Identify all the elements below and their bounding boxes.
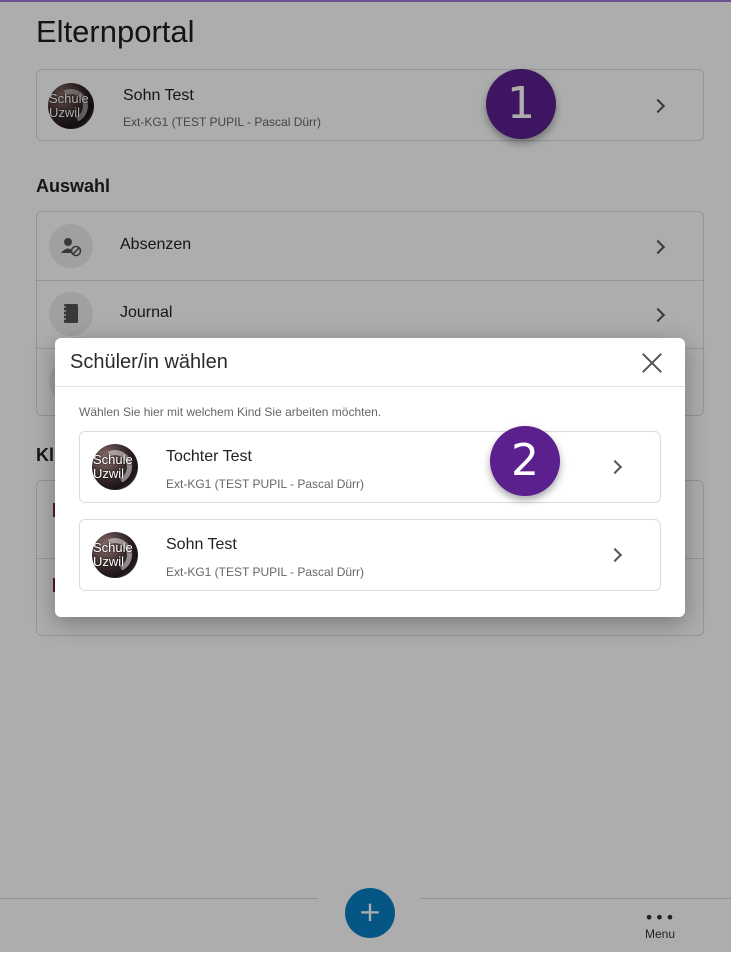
student-name: Sohn Test xyxy=(166,536,237,553)
dialog-hint: Wählen Sie hier mit welchem Kind Sie arb… xyxy=(79,405,382,419)
student-option-tochter[interactable]: Schule Uzwil Tochter Test Ext-KG1 (TEST … xyxy=(79,431,661,503)
dialog-title: Schüler/in wählen xyxy=(70,351,228,373)
chevron-right-icon xyxy=(607,547,623,563)
dialog-header: Schüler/in wählen xyxy=(55,338,685,387)
choose-student-dialog: Schüler/in wählen Wählen Sie hier mit we… xyxy=(55,338,685,617)
avatar-text: Schule Uzwil xyxy=(93,540,133,569)
avatar-text: Schule Uzwil xyxy=(93,452,133,481)
student-option-sohn[interactable]: Schule Uzwil Sohn Test Ext-KG1 (TEST PUP… xyxy=(79,519,661,591)
step-badge-2: 2 xyxy=(490,426,560,496)
student-avatar: Schule Uzwil xyxy=(92,444,138,490)
student-class-info: Ext-KG1 (TEST PUPIL - Pascal Dürr) xyxy=(166,565,365,579)
student-name: Tochter Test xyxy=(166,448,252,465)
chevron-right-icon xyxy=(607,459,623,475)
student-avatar: Schule Uzwil xyxy=(92,532,138,578)
close-icon[interactable] xyxy=(641,352,663,374)
student-class-info: Ext-KG1 (TEST PUPIL - Pascal Dürr) xyxy=(166,477,365,491)
